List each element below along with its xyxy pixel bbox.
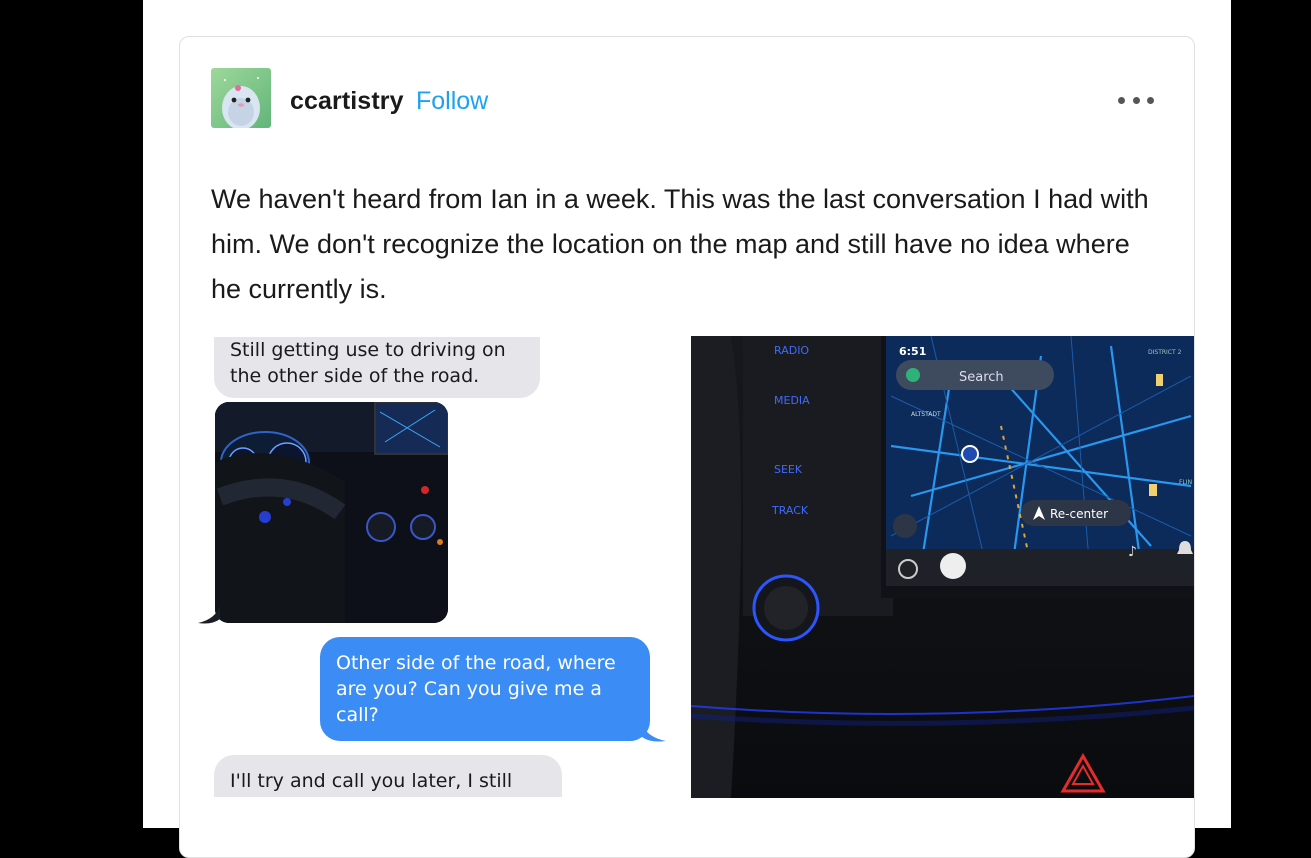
follow-button[interactable]: Follow bbox=[416, 87, 488, 116]
message-line: I'll try and call you later, I still bbox=[230, 770, 513, 792]
seek-label: SEEK bbox=[774, 463, 803, 476]
message-line: call? bbox=[336, 704, 379, 726]
conversation-screenshot[interactable]: Still getting use to driving on the othe… bbox=[180, 337, 680, 797]
dashboard-photo bbox=[215, 402, 448, 623]
post-card: ccartistry Follow We haven't heard from … bbox=[179, 36, 1195, 858]
track-label: TRACK bbox=[771, 504, 809, 517]
map-search-label: Search bbox=[959, 370, 1004, 385]
ellipsis-icon[interactable] bbox=[1118, 95, 1154, 105]
car-interior-photo[interactable] bbox=[215, 402, 448, 623]
svg-text:♪: ♪ bbox=[1128, 544, 1137, 560]
message-line: Still getting use to driving on bbox=[230, 339, 506, 361]
message-bubble-me: Other side of the road, where are you? C… bbox=[320, 637, 650, 741]
district-label: DISTRICT 2 bbox=[1148, 349, 1182, 356]
car-infotainment-photo[interactable]: RADIO MEDIA SEEK TRACK Search 6:51 DISTR… bbox=[691, 336, 1194, 798]
bubble-tail-right bbox=[642, 723, 666, 742]
post-text: We haven't heard from Ian in a week. Thi… bbox=[211, 184, 1149, 304]
message-line: Other side of the road, where bbox=[336, 652, 616, 674]
altstadt-label: ALTSTADT bbox=[911, 411, 941, 418]
radio-label: RADIO bbox=[774, 344, 809, 357]
avatar-image bbox=[211, 68, 271, 128]
clock-label: 6:51 bbox=[899, 345, 926, 358]
message-bubble-them: Still getting use to driving on the othe… bbox=[214, 337, 540, 398]
username[interactable]: ccartistry bbox=[290, 87, 404, 116]
map-edge-label: FLIN bbox=[1179, 479, 1192, 486]
infotainment-photo: RADIO MEDIA SEEK TRACK Search 6:51 DISTR… bbox=[691, 336, 1194, 798]
message-line: are you? Can you give me a bbox=[336, 678, 602, 700]
recenter-label: Re-center bbox=[1050, 507, 1108, 521]
bubble-tail-left bbox=[198, 605, 220, 624]
media-label: MEDIA bbox=[774, 394, 810, 407]
message-bubble-them: I'll try and call you later, I still bbox=[214, 755, 562, 797]
avatar[interactable] bbox=[211, 68, 271, 128]
message-line: the other side of the road. bbox=[230, 365, 480, 387]
